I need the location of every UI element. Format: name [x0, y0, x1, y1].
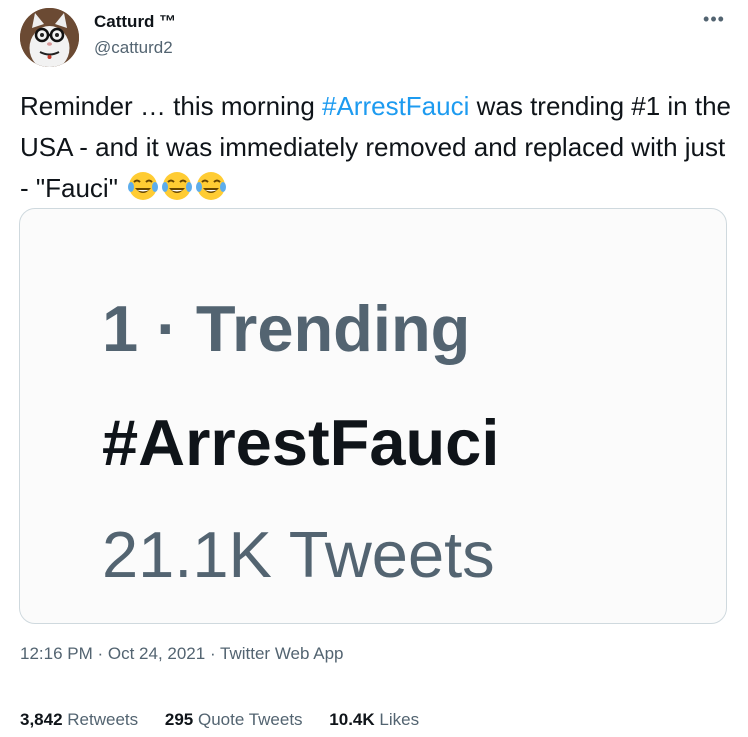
- tweet-source[interactable]: Twitter Web App: [220, 644, 343, 663]
- user-handle[interactable]: @catturd2: [94, 38, 173, 58]
- hashtag-link[interactable]: #ArrestFauci: [322, 91, 469, 121]
- avatar[interactable]: [20, 8, 79, 67]
- quote-tweets-label: Quote Tweets: [193, 710, 303, 729]
- quote-tweets-stat[interactable]: 295 Quote Tweets: [165, 710, 303, 729]
- display-name[interactable]: Catturd ™: [94, 12, 176, 32]
- more-options-icon[interactable]: •••: [700, 10, 728, 32]
- likes-stat[interactable]: 10.4K Likes: [329, 710, 419, 729]
- retweets-label: Retweets: [62, 710, 139, 729]
- separator-dot: ·: [205, 644, 221, 663]
- trend-hashtag-line: #ArrestFauci: [102, 406, 500, 479]
- retweets-stat[interactable]: 3,842 Retweets: [20, 710, 138, 729]
- tweet-time[interactable]: 12:16 PM: [20, 644, 93, 663]
- tweet: Catturd ™ @catturd2 ••• Reminder … this …: [0, 0, 748, 737]
- tweet-text: Reminder … this morning #ArrestFauci was…: [20, 86, 732, 214]
- engagement-stats: 3,842 Retweets 295 Quote Tweets 10.4K Li…: [20, 710, 441, 730]
- separator-dot: ·: [92, 644, 108, 663]
- tweet-metadata: 12:16 PM · Oct 24, 2021 · Twitter Web Ap…: [20, 644, 344, 664]
- retweets-count: 3,842: [20, 710, 63, 729]
- likes-label: Likes: [374, 710, 420, 729]
- quote-tweets-count: 295: [164, 710, 194, 729]
- trend-rank-line: 1 · Trending: [102, 292, 471, 365]
- tweet-text-part: Reminder … this morning: [20, 91, 322, 121]
- tweet-date[interactable]: Oct 24, 2021: [108, 644, 205, 663]
- attached-image[interactable]: 1 · Trending #ArrestFauci 21.1K Tweets: [19, 208, 727, 624]
- cat-with-glasses-avatar-icon: [20, 8, 79, 67]
- likes-count: 10.4K: [329, 710, 375, 729]
- trend-tweet-count-line: 21.1K Tweets: [102, 518, 495, 591]
